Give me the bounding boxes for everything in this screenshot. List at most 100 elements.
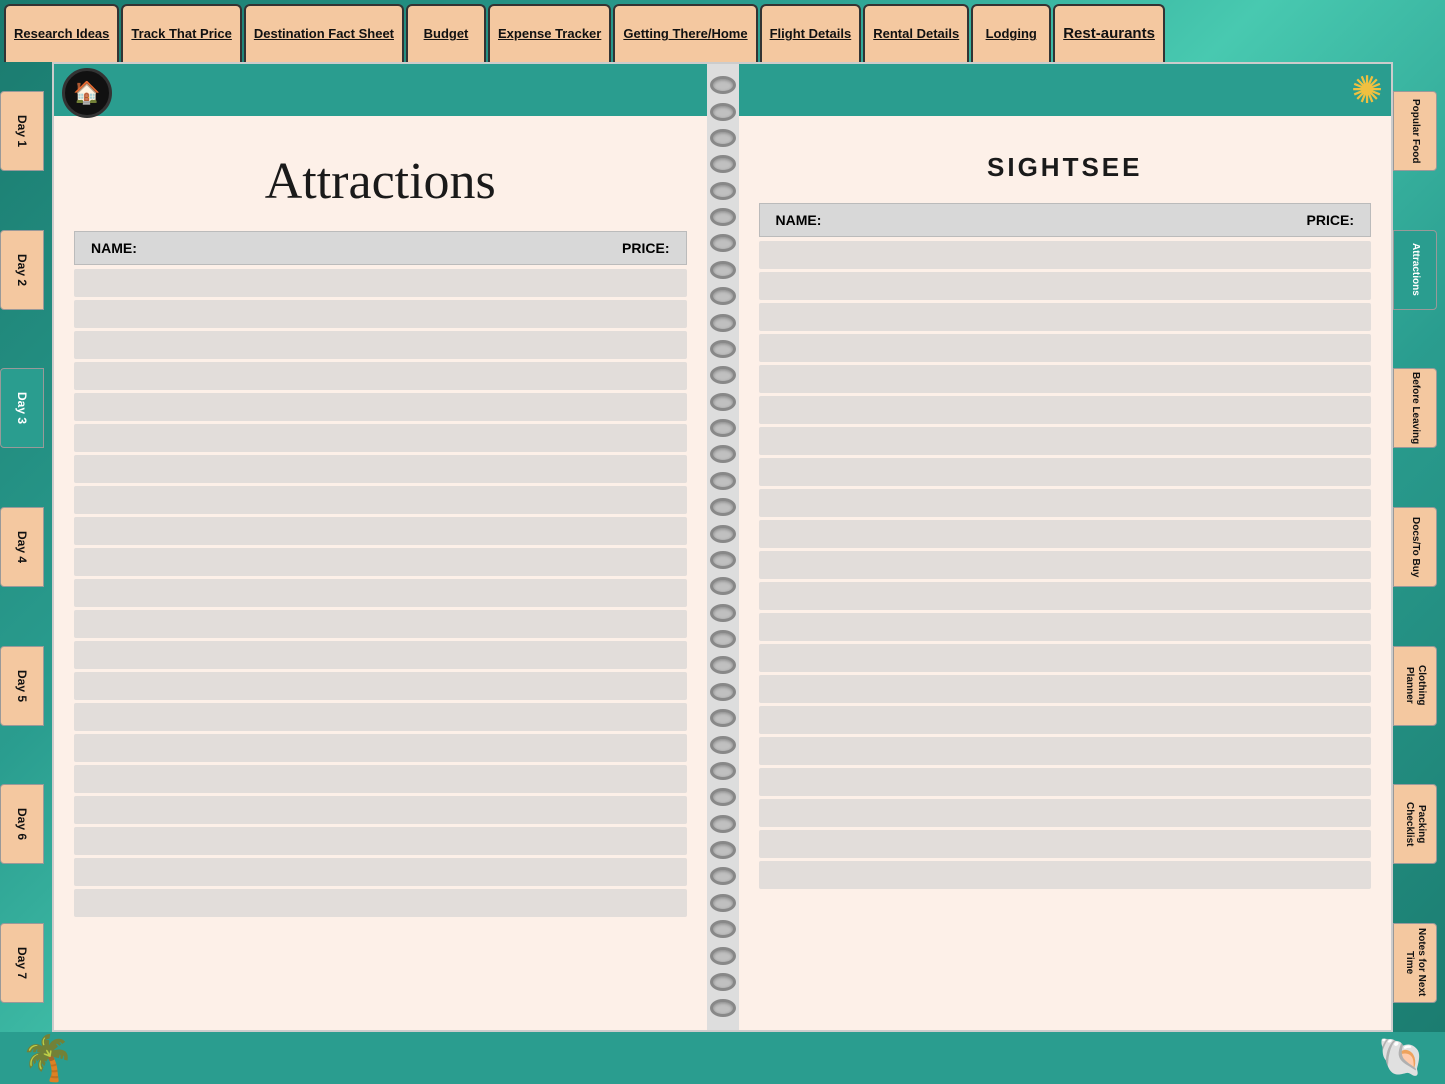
day-tab-7[interactable]: Day 7 — [0, 923, 44, 1003]
table-row[interactable] — [759, 737, 1372, 765]
right-tab-docs-to-buy[interactable]: Docs/To Buy — [1393, 507, 1437, 587]
table-row[interactable] — [74, 610, 687, 638]
table-row[interactable] — [759, 613, 1372, 641]
table-row[interactable] — [74, 455, 687, 483]
table-row[interactable] — [759, 489, 1372, 517]
left-col-name-header: NAME: — [91, 240, 477, 256]
table-row[interactable] — [74, 734, 687, 762]
tab-getting-there-home[interactable]: Getting There/Home — [613, 4, 757, 62]
spiral-ring — [710, 920, 736, 938]
spiral-ring — [710, 815, 736, 833]
spiral-ring — [710, 577, 736, 595]
table-row[interactable] — [759, 303, 1372, 331]
table-row[interactable] — [759, 675, 1372, 703]
table-row[interactable] — [759, 334, 1372, 362]
table-row[interactable] — [74, 548, 687, 576]
table-row[interactable] — [74, 889, 687, 917]
table-row[interactable] — [759, 799, 1372, 827]
table-row[interactable] — [759, 365, 1372, 393]
tab-restaurants[interactable]: Rest-aurants — [1053, 4, 1165, 62]
day-tab-3[interactable]: Day 3 — [0, 368, 44, 448]
right-tab-notes-next-time[interactable]: Notes for Next Time — [1393, 923, 1437, 1003]
tab-lodging[interactable]: Lodging — [971, 4, 1051, 62]
table-row[interactable] — [74, 703, 687, 731]
table-row[interactable] — [74, 393, 687, 421]
top-navigation: Research Ideas Track That Price Destinat… — [0, 0, 1445, 62]
left-content: Attractions NAME: PRICE: — [74, 84, 687, 1010]
table-row[interactable] — [759, 706, 1372, 734]
right-tab-popular-food[interactable]: Popular Food — [1393, 91, 1437, 171]
tab-track-that-price[interactable]: Track That Price — [121, 4, 241, 62]
day-tab-1[interactable]: Day 1 — [0, 91, 44, 171]
table-row[interactable] — [74, 424, 687, 452]
tab-budget[interactable]: Budget — [406, 4, 486, 62]
spiral-ring — [710, 999, 736, 1017]
table-row[interactable] — [74, 858, 687, 886]
table-row[interactable] — [74, 300, 687, 328]
spiral-ring — [710, 683, 736, 701]
tab-destination-fact-sheet[interactable]: Destination Fact Sheet — [244, 4, 404, 62]
right-table-rows — [759, 241, 1372, 1010]
spiral-ring — [710, 155, 736, 173]
spiral-ring — [710, 947, 736, 965]
spiral-ring — [710, 419, 736, 437]
spiral-ring — [710, 261, 736, 279]
tab-flight-details[interactable]: Flight Details — [760, 4, 862, 62]
tab-rental-details[interactable]: Rental Details — [863, 4, 969, 62]
spiral-ring — [710, 656, 736, 674]
day-tab-5[interactable]: Day 5 — [0, 646, 44, 726]
spiral-ring — [710, 736, 736, 754]
spiral-ring — [710, 841, 736, 859]
right-tab-clothing-planner[interactable]: Clothing Planner — [1393, 646, 1437, 726]
left-day-tabs: Day 1 Day 2 Day 3 Day 4 Day 5 Day 6 Day … — [0, 62, 52, 1032]
shell-icon: 🐚 — [1378, 1036, 1425, 1080]
left-table-rows — [74, 269, 687, 1010]
table-row[interactable] — [759, 458, 1372, 486]
table-row[interactable] — [74, 672, 687, 700]
table-row[interactable] — [74, 765, 687, 793]
spiral-binding — [707, 64, 739, 1030]
table-row[interactable] — [74, 331, 687, 359]
notebook: 🏠 Attractions NAME: PRICE: ✺ SIGHTSEE NA… — [52, 62, 1393, 1032]
table-row[interactable] — [759, 427, 1372, 455]
table-row[interactable] — [74, 486, 687, 514]
tab-research-ideas[interactable]: Research Ideas — [4, 4, 119, 62]
right-page: ✺ SIGHTSEE NAME: PRICE: — [739, 64, 1392, 1030]
table-row[interactable] — [759, 830, 1372, 858]
table-row[interactable] — [759, 551, 1372, 579]
spiral-ring — [710, 393, 736, 411]
table-row[interactable] — [759, 582, 1372, 610]
table-row[interactable] — [759, 241, 1372, 269]
spiral-ring — [710, 182, 736, 200]
right-tab-before-leaving[interactable]: Before Leaving — [1393, 368, 1437, 448]
table-row[interactable] — [74, 517, 687, 545]
day-tab-6[interactable]: Day 6 — [0, 784, 44, 864]
table-row[interactable] — [74, 269, 687, 297]
tab-expense-tracker[interactable]: Expense Tracker — [488, 4, 611, 62]
right-category-tabs: Popular Food Attractions Before Leaving … — [1393, 62, 1445, 1032]
left-table-header: NAME: PRICE: — [74, 231, 687, 265]
table-row[interactable] — [74, 641, 687, 669]
table-row[interactable] — [74, 362, 687, 390]
right-col-price-header: PRICE: — [1161, 212, 1354, 228]
table-row[interactable] — [759, 768, 1372, 796]
table-row[interactable] — [759, 861, 1372, 889]
table-row[interactable] — [74, 796, 687, 824]
table-row[interactable] — [74, 827, 687, 855]
table-row[interactable] — [759, 644, 1372, 672]
sightsee-title: SIGHTSEE — [759, 152, 1372, 183]
day-tab-4[interactable]: Day 4 — [0, 507, 44, 587]
spiral-ring — [710, 498, 736, 516]
right-tab-packing-checklist[interactable]: Packing Checklist — [1393, 784, 1437, 864]
table-row[interactable] — [759, 396, 1372, 424]
left-page: 🏠 Attractions NAME: PRICE: — [54, 64, 707, 1030]
spiral-ring — [710, 525, 736, 543]
right-tab-attractions[interactable]: Attractions — [1393, 230, 1437, 310]
spiral-ring — [710, 287, 736, 305]
table-row[interactable] — [759, 520, 1372, 548]
bottom-bar: 🌴 🐚 — [0, 1032, 1445, 1084]
day-tab-2[interactable]: Day 2 — [0, 230, 44, 310]
table-row[interactable] — [74, 579, 687, 607]
spiral-ring — [710, 894, 736, 912]
table-row[interactable] — [759, 272, 1372, 300]
